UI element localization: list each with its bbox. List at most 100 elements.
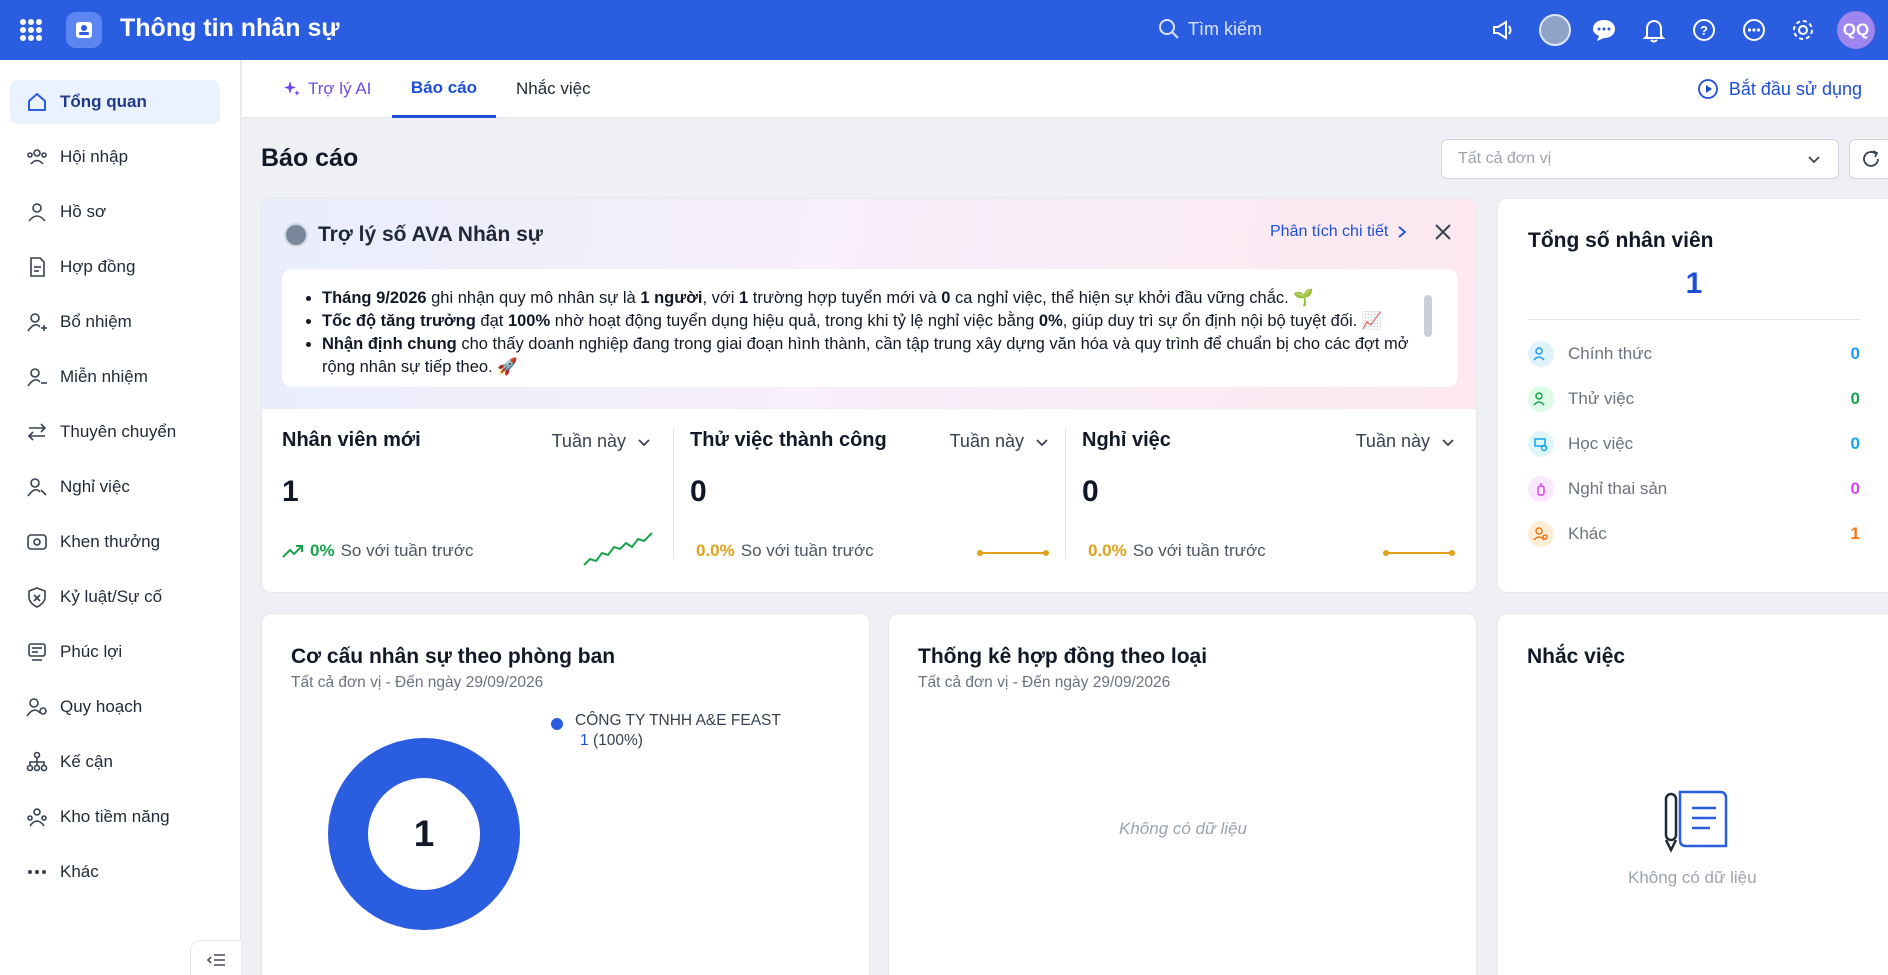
trend-up-icon: [282, 545, 303, 558]
refresh-button[interactable]: [1849, 139, 1888, 179]
chart-legend-item[interactable]: CÔNG TY TNHH A&E FEAST 1 (100%): [551, 712, 781, 749]
stat-compare-text: So với tuần trước: [740, 541, 874, 560]
sidebar-item-label: Tổng quan: [60, 92, 147, 111]
sidebar-item-mien-nhiem[interactable]: Miễn nhiệm: [10, 355, 220, 399]
user-avatar[interactable]: QQ: [1837, 11, 1875, 49]
refresh-icon: [1863, 150, 1879, 167]
chevron-down-icon: [638, 438, 650, 446]
app-logo[interactable]: [66, 12, 102, 48]
app-launcher-icon[interactable]: [20, 19, 42, 41]
stat-resignations: Nghỉ việc Tuần này 0 0.0% So với tuần tr…: [1082, 429, 1456, 579]
sidebar-item-nghi-viec[interactable]: Nghỉ việc: [10, 465, 220, 509]
detail-analysis-link[interactable]: Phân tích chi tiết: [1270, 223, 1408, 241]
sidebar-item-hop-dong[interactable]: Hợp đồng: [10, 245, 220, 289]
employee-type-label: Nghỉ thai sản: [1568, 479, 1668, 498]
tab-label: Nhắc việc: [516, 79, 591, 98]
sidebar-item-quy-hoach[interactable]: Quy hoạch: [10, 685, 220, 729]
sidebar-item-thuyen-chuyen[interactable]: Thuyên chuyển: [10, 410, 220, 454]
tab-label: Báo cáo: [410, 77, 478, 97]
period-select[interactable]: Tuần này: [950, 431, 1050, 452]
sparkline-flat: [977, 550, 1049, 556]
user-icon: [28, 203, 46, 222]
stat-compare: 0.0% So với tuần trước: [1082, 541, 1266, 561]
sparkline-up: [583, 532, 653, 566]
ai-summary-card: Trợ lý số AVA Nhân sự Phân tích chi tiết…: [261, 198, 1477, 593]
sparkle-icon: [284, 81, 300, 96]
award-icon: [27, 534, 47, 550]
sidebar-item-ke-can[interactable]: Kế cận: [10, 740, 220, 784]
stat-title: Nghỉ việc: [1082, 429, 1171, 451]
stat-title: Thử việc thành công: [690, 429, 887, 451]
sidebar-item-ho-so[interactable]: Hồ sơ: [10, 190, 220, 234]
tab-reminder[interactable]: Nhắc việc: [516, 60, 591, 118]
sidebar-item-label: Quy hoạch: [60, 697, 143, 716]
contract-stats-card: Thống kê hợp đồng theo loại Tất cả đơn v…: [888, 613, 1477, 975]
sidebar-item-khen-thuong[interactable]: Khen thưởng: [10, 520, 220, 564]
apprentice-icon: [1528, 431, 1554, 457]
close-icon[interactable]: [1430, 219, 1456, 245]
bell-icon[interactable]: [1638, 14, 1670, 46]
ai-avatar-icon[interactable]: [1539, 14, 1571, 46]
stat-value: 1: [282, 475, 299, 508]
employee-type-row: Khác 1: [1528, 519, 1860, 549]
stat-new-employees: Nhân viên mới Tuần này 1 0% So với tuần …: [282, 429, 653, 579]
card-title: Thống kê hợp đồng theo loại: [918, 645, 1208, 668]
employee-type-value: 0: [1850, 434, 1860, 453]
ai-bullet: Tốc độ tăng trưởng đạt 100% nhờ hoạt độn…: [322, 310, 1416, 333]
stat-percent: 0.0%: [696, 541, 735, 560]
divider: [1528, 319, 1860, 320]
tab-report[interactable]: Báo cáo: [392, 60, 496, 118]
sidebar-item-khac[interactable]: Khác: [10, 850, 220, 894]
help-icon[interactable]: ?: [1688, 14, 1720, 46]
megaphone-icon[interactable]: [1487, 14, 1519, 46]
tab-ai-assistant[interactable]: Trợ lý AI: [282, 60, 371, 118]
stat-divider: [673, 427, 674, 559]
employee-type-value: 0: [1850, 389, 1860, 408]
ai-summary-scrollbar[interactable]: [1424, 295, 1432, 337]
more-options-icon[interactable]: [1738, 14, 1770, 46]
play-circle-icon: [1697, 79, 1718, 99]
user-add-icon: [27, 313, 47, 332]
benefit-icon: [28, 643, 46, 661]
chat-icon[interactable]: [1588, 14, 1620, 46]
unit-select[interactable]: Tất cả đơn vị: [1441, 139, 1839, 179]
start-using-label: Bắt đầu sử dụng: [1728, 78, 1862, 99]
employee-type-label: Chính thức: [1568, 344, 1653, 363]
stat-percent: 0%: [310, 541, 335, 560]
employee-type-row: Nghỉ thai sản 0: [1528, 474, 1860, 504]
collapse-sidebar-button[interactable]: [190, 940, 242, 975]
card-subtitle: Tất cả đơn vị - Đến ngày 29/09/2026: [918, 674, 1171, 691]
start-using-link[interactable]: Bắt đầu sử dụng: [1697, 78, 1862, 100]
settings-gear-icon[interactable]: [1787, 14, 1819, 46]
hierarchy-icon: [26, 751, 48, 772]
period-label: Tuần này: [1355, 431, 1430, 451]
unit-select-placeholder: Tất cả đơn vị: [1458, 150, 1552, 167]
stat-value: 0: [1082, 475, 1099, 508]
sidebar-item-label: Khen thưởng: [60, 532, 161, 551]
total-employees-value: 1: [1685, 267, 1703, 300]
sparkline-flat: [1383, 550, 1455, 556]
sidebar-item-tong-quan[interactable]: Tổng quan: [10, 80, 220, 124]
sidebar-item-bo-nhiem[interactable]: Bổ nhiệm: [10, 300, 220, 344]
stat-percent: 0.0%: [1088, 541, 1127, 560]
ai-summary-box: Tháng 9/2026 ghi nhận quy mô nhân sự là …: [282, 269, 1458, 387]
more-icon: [28, 870, 46, 874]
ai-title: Trợ lý số AVA Nhân sự: [284, 223, 543, 247]
employee-type-value: 0: [1850, 479, 1860, 498]
sidebar-item-kho-tiem-nang[interactable]: Kho tiềm năng: [10, 795, 220, 839]
period-label: Tuần này: [949, 431, 1024, 451]
chevron-right-icon: [1398, 226, 1407, 238]
search-box[interactable]: Tìm kiếm: [1158, 18, 1262, 40]
period-select[interactable]: Tuần này: [1356, 431, 1456, 452]
sidebar-item-label: Hợp đồng: [60, 257, 136, 276]
legend-color-dot: [551, 718, 563, 730]
sidebar-item-label: Phúc lợi: [60, 642, 123, 661]
sidebar-item-phuc-loi[interactable]: Phúc lợi: [10, 630, 220, 674]
sidebar-item-label: Bổ nhiệm: [60, 312, 132, 331]
sidebar-item-ky-luat[interactable]: Kỷ luật/Sự cố: [10, 575, 220, 619]
period-select[interactable]: Tuần này: [552, 431, 652, 452]
sidebar-item-hoi-nhap[interactable]: Hội nhập: [10, 135, 220, 179]
talent-pool-icon: [27, 808, 47, 827]
donut-center-value: 1: [413, 813, 435, 854]
document-icon: [30, 257, 45, 277]
